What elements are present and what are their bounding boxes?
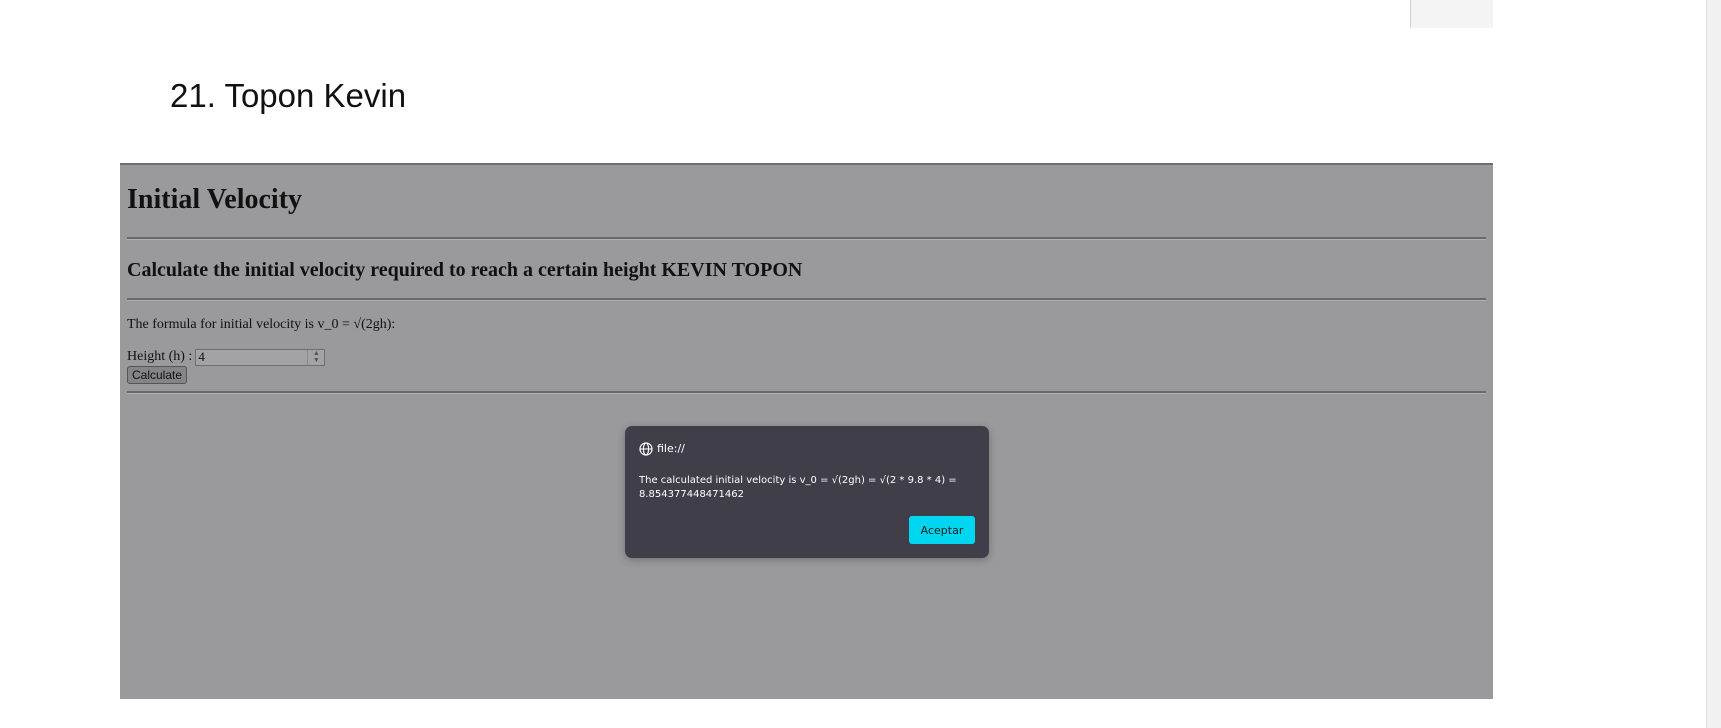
app-subheading: Calculate the initial velocity required … bbox=[127, 259, 803, 281]
height-spinner[interactable]: ▲ ▼ bbox=[307, 349, 324, 365]
top-tab-fragment bbox=[1410, 0, 1493, 28]
alert-dialog: file:// The calculated initial velocity … bbox=[625, 426, 989, 558]
divider bbox=[127, 237, 1486, 240]
document-title: 21. Topon Kevin bbox=[170, 77, 407, 114]
dialog-origin-text: file:// bbox=[657, 442, 685, 455]
accept-button[interactable]: Aceptar bbox=[909, 516, 975, 544]
globe-icon bbox=[639, 442, 653, 456]
divider bbox=[127, 391, 1486, 394]
dialog-origin: file:// bbox=[639, 442, 685, 456]
divider bbox=[127, 298, 1486, 301]
height-field[interactable]: ▲ ▼ bbox=[195, 348, 326, 366]
calculate-button[interactable]: Calculate bbox=[127, 366, 188, 384]
formula-text: The formula for initial velocity is v_0 … bbox=[127, 317, 396, 332]
app-heading: Initial Velocity bbox=[127, 184, 303, 215]
chevron-down-icon[interactable]: ▼ bbox=[313, 357, 320, 364]
dialog-message: The calculated initial velocity is v_0 =… bbox=[639, 475, 957, 500]
height-label: Height (h) : bbox=[127, 349, 193, 364]
scrollbar[interactable] bbox=[1706, 0, 1721, 728]
height-row: Height (h) : ▲ ▼ bbox=[127, 347, 326, 367]
height-input[interactable] bbox=[196, 349, 313, 365]
